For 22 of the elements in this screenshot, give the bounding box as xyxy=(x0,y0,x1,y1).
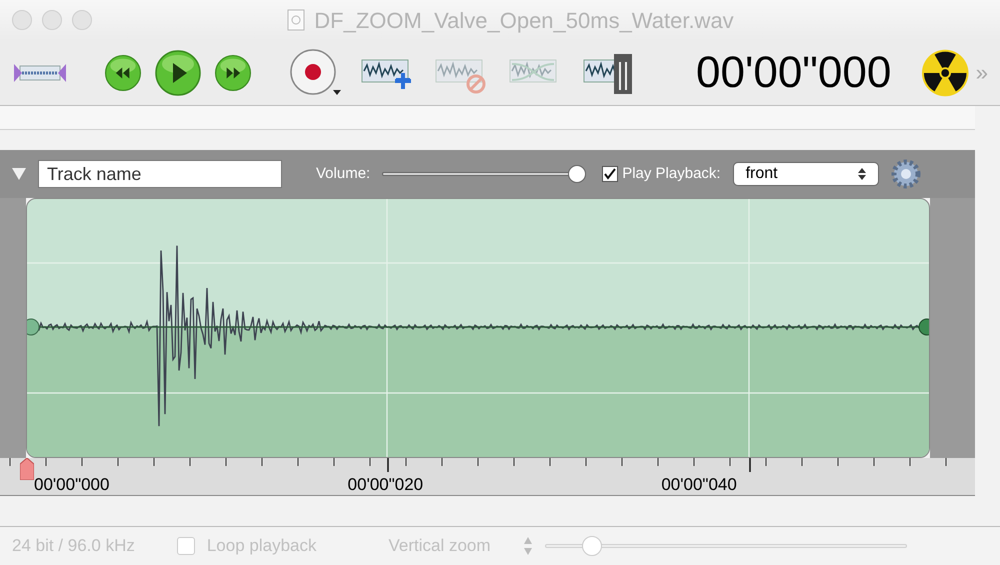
play-button[interactable] xyxy=(154,48,202,96)
updown-arrows-icon xyxy=(858,168,866,180)
vertical-zoom-slider[interactable] xyxy=(544,535,907,557)
loop-playback-checkbox[interactable] xyxy=(176,537,195,555)
play-playback-label: Play Playback: xyxy=(622,164,721,184)
document-icon xyxy=(286,9,306,31)
collapse-triangle-icon[interactable] xyxy=(12,168,26,180)
radiation-icon[interactable] xyxy=(921,48,970,98)
timeline-label: 00'00"020 xyxy=(348,474,424,496)
time-display: 00'00"000 xyxy=(696,46,892,98)
window-title: DF_ZOOM_Valve_Open_50ms_Water.wav xyxy=(314,6,734,35)
timeline-label: 00'00"040 xyxy=(661,474,738,496)
settings-icon[interactable] xyxy=(890,159,921,189)
timeline-label: 00'00"000 xyxy=(34,474,110,496)
play-playback-checkbox[interactable] xyxy=(602,166,618,182)
volume-label: Volume: xyxy=(316,164,370,184)
volume-slider[interactable] xyxy=(382,164,586,184)
rewind-button[interactable] xyxy=(104,54,142,92)
track-name-field[interactable]: Track name xyxy=(38,160,282,188)
forward-button[interactable] xyxy=(214,54,252,92)
playhead-marker-icon[interactable] xyxy=(20,458,34,480)
output-dropdown[interactable]: front xyxy=(732,162,879,186)
